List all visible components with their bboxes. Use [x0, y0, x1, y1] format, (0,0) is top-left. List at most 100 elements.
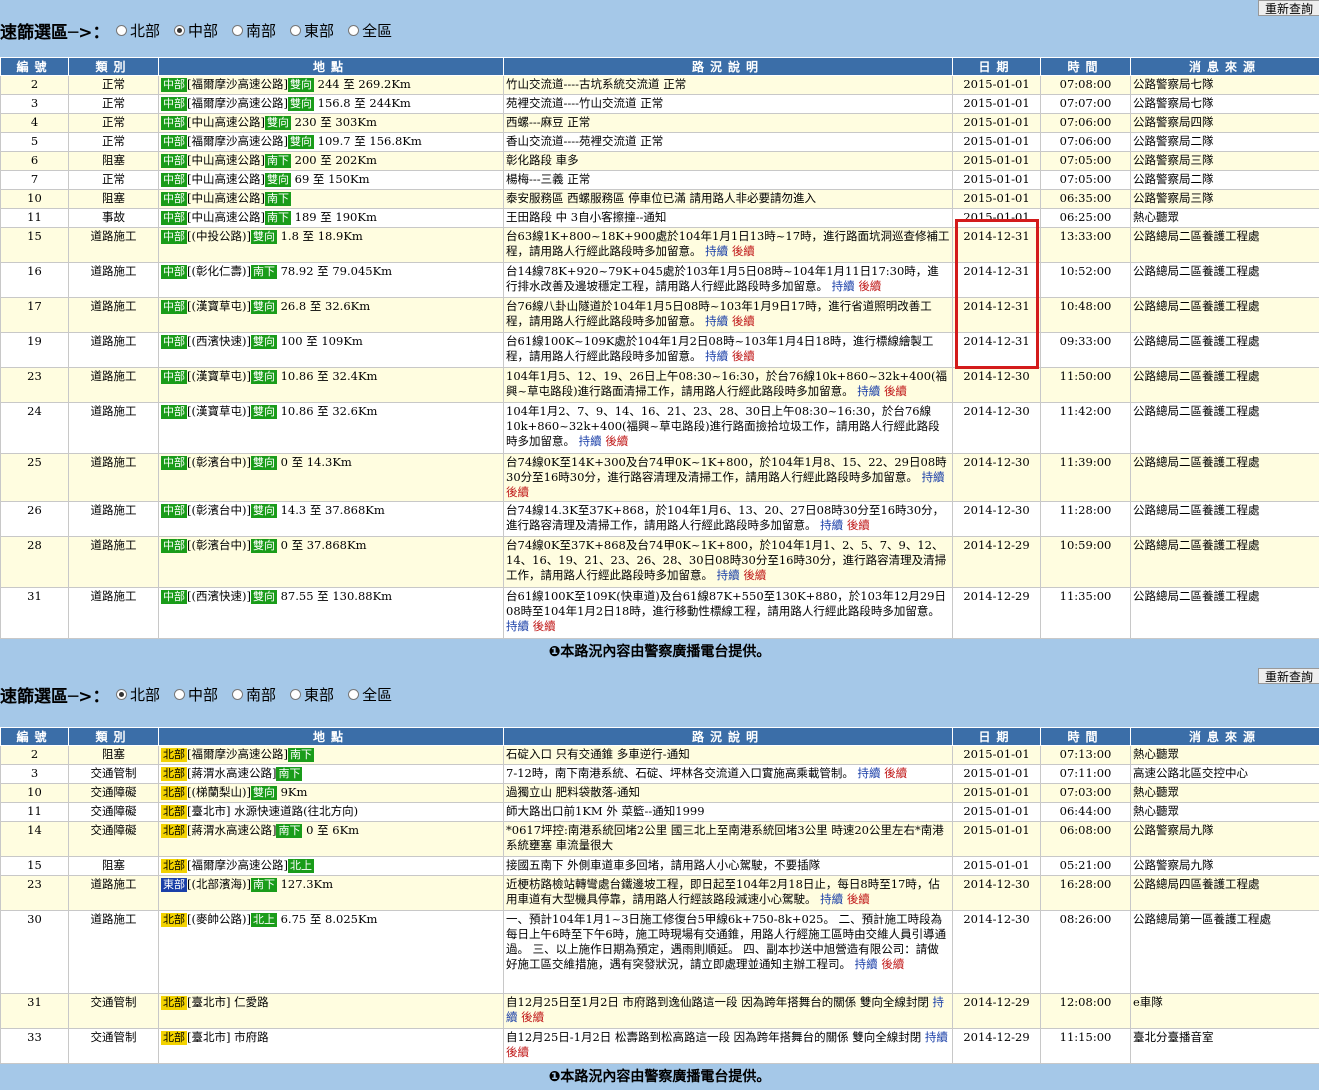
row-time: 13:33:00 — [1040, 227, 1131, 263]
direction-tag: 雙向 — [250, 539, 277, 553]
row-location: 東部 [(北部濱海)] 南下 127.3Km — [158, 875, 504, 911]
later-link[interactable]: 後續 — [533, 619, 556, 633]
road-name: [中山高速公路] — [187, 153, 265, 167]
region-radio-3[interactable]: 東部 — [290, 684, 334, 705]
later-link[interactable]: 後續 — [732, 314, 755, 328]
region-tag: 中部 — [161, 265, 187, 279]
source-footer: ❶本路況內容由警察廣播電台提供。 — [0, 1064, 1319, 1090]
row-category: 道路施工 — [68, 910, 159, 994]
region-tag: 北部 — [161, 748, 187, 762]
description-text: *0617坪控:南港系統回堵2公里 國三北上至南港系統回堵3公里 時速20公里左… — [506, 823, 944, 852]
later-link[interactable]: 後續 — [605, 434, 628, 448]
region-radio-0[interactable]: 北部 — [116, 20, 160, 41]
more-link[interactable]: 持續 — [705, 244, 728, 258]
region-radio-2[interactable]: 南部 — [232, 20, 276, 41]
region-tag: 中部 — [161, 135, 187, 149]
radio-button-icon[interactable] — [174, 25, 186, 36]
description-text: 台61線100K至109K(快車道)及台61線87K+550至130K+880，… — [506, 589, 946, 618]
row-number: 5 — [0, 132, 69, 152]
road-name: [臺北市] — [187, 995, 231, 1009]
later-link[interactable]: 後續 — [506, 485, 529, 499]
region-radio-4[interactable]: 全區 — [348, 20, 392, 41]
direction-tag: 南下 — [264, 211, 291, 225]
row-number: 19 — [0, 332, 69, 368]
more-link[interactable]: 持續 — [717, 568, 740, 582]
later-link[interactable]: 後續 — [858, 279, 881, 293]
region-radio-2[interactable]: 南部 — [232, 684, 276, 705]
table-row: 33 交通管制 北部 [臺北市] 市府路 自12月25日-1月2日 松壽路到松高路這一段… — [0, 1028, 1319, 1064]
region-radio-0[interactable]: 北部 — [116, 684, 160, 705]
row-number: 11 — [0, 208, 69, 228]
filter-bar: 速篩選區─>： 北部 中部 南部 東部 全區 重新查詢 — [0, 664, 1319, 727]
more-link[interactable]: 持續 — [922, 470, 945, 484]
later-link[interactable]: 後續 — [847, 518, 870, 532]
direction-tag: 南下 — [250, 265, 277, 279]
later-link[interactable]: 後續 — [506, 1045, 529, 1059]
radio-button-icon[interactable] — [290, 25, 302, 36]
more-link[interactable]: 持續 — [820, 892, 843, 906]
region-label: 中部 — [188, 686, 219, 704]
later-link[interactable]: 後續 — [881, 957, 904, 971]
row-number: 30 — [0, 910, 69, 994]
more-link[interactable]: 持續 — [579, 434, 602, 448]
region-tag: 北部 — [161, 859, 187, 873]
radio-button-icon[interactable] — [290, 689, 302, 700]
more-link[interactable]: 持續 — [705, 349, 728, 363]
more-link[interactable]: 持續 — [832, 279, 855, 293]
radio-button-icon[interactable] — [116, 689, 127, 700]
later-link[interactable]: 後續 — [732, 349, 755, 363]
region-radio-1[interactable]: 中部 — [174, 684, 218, 705]
more-link[interactable]: 持續 — [705, 314, 728, 328]
road-name: [臺北市] — [187, 1030, 231, 1044]
row-date: 2014-12-30 — [952, 367, 1041, 403]
refresh-button[interactable]: 重新查詢 — [1257, 668, 1319, 684]
radio-button-icon[interactable] — [116, 25, 127, 36]
km-range: 9Km — [280, 785, 308, 799]
row-location: 中部 [中山高速公路] 南下 200 至 202Km — [158, 151, 504, 171]
later-link[interactable]: 後續 — [884, 766, 907, 780]
more-link[interactable]: 持續 — [858, 766, 881, 780]
later-link[interactable]: 後續 — [847, 892, 870, 906]
radio-button-icon[interactable] — [232, 25, 244, 36]
km-range: 78.92 至 79.045Km — [280, 264, 393, 278]
radio-button-icon[interactable] — [348, 25, 360, 36]
row-category: 道路施工 — [68, 367, 159, 403]
more-link[interactable]: 持續 — [857, 384, 880, 398]
region-radio-1[interactable]: 中部 — [174, 20, 218, 41]
row-description: 近梗枋路檢站轉彎處台鐵邊坡工程，即日起至104年2月18日止，每日8時至17時，… — [503, 875, 953, 911]
later-link[interactable]: 後續 — [732, 244, 755, 258]
row-time: 11:39:00 — [1040, 453, 1131, 502]
region-tag: 東部 — [161, 878, 187, 892]
row-source: 公路總局二區養護工程處 — [1130, 262, 1319, 298]
km-range: 10.86 至 32.4Km — [280, 369, 378, 383]
region-radio-4[interactable]: 全區 — [348, 684, 392, 705]
radio-button-icon[interactable] — [232, 689, 244, 700]
refresh-button[interactable]: 重新查詢 — [1257, 0, 1319, 16]
row-location: 北部 [福爾摩沙高速公路] 北上 — [158, 856, 504, 876]
row-source: 公路總局二區養護工程處 — [1130, 587, 1319, 639]
row-location: 中部 [中山高速公路] 雙向 230 至 303Km — [158, 113, 504, 133]
row-source: 公路總局四區養護工程處 — [1130, 875, 1319, 911]
row-description: *0617坪控:南港系統回堵2公里 國三北上至南港系統回堵3公里 時速20公里左… — [503, 821, 953, 857]
row-date: 2014-12-30 — [952, 875, 1041, 911]
more-link[interactable]: 持續 — [506, 619, 529, 633]
later-link[interactable]: 後續 — [743, 568, 766, 582]
later-link[interactable]: 後續 — [521, 1010, 544, 1024]
later-link[interactable]: 後續 — [884, 384, 907, 398]
radio-button-icon[interactable] — [348, 689, 360, 700]
road-name: [福爾摩沙高速公路] — [187, 134, 288, 148]
row-source: 公路總局二區養護工程處 — [1130, 402, 1319, 454]
road-name: [福爾摩沙高速公路] — [187, 77, 288, 91]
km-range: 0 至 6Km — [306, 823, 360, 837]
more-link[interactable]: 持續 — [925, 1030, 948, 1044]
more-link[interactable]: 持續 — [820, 518, 843, 532]
row-date: 2014-12-29 — [952, 993, 1041, 1029]
description-text: 師大路出口前1KM 外 菜籃--通知1999 — [506, 804, 705, 818]
region-tag: 中部 — [161, 97, 187, 111]
row-number: 6 — [0, 151, 69, 171]
region-radio-3[interactable]: 東部 — [290, 20, 334, 41]
central-traffic-panel: 速篩選區─>： 北部 中部 南部 東部 全區 重新查詢 編號 類別 地點 路況說明 日期 時間 消息… — [0, 0, 1319, 665]
more-link[interactable]: 持續 — [855, 957, 878, 971]
table-row: 16 道路施工 中部 [(彰化仁壽)] 南下 78.92 至 79.045Km 台14線7… — [0, 262, 1319, 298]
radio-button-icon[interactable] — [174, 689, 186, 700]
